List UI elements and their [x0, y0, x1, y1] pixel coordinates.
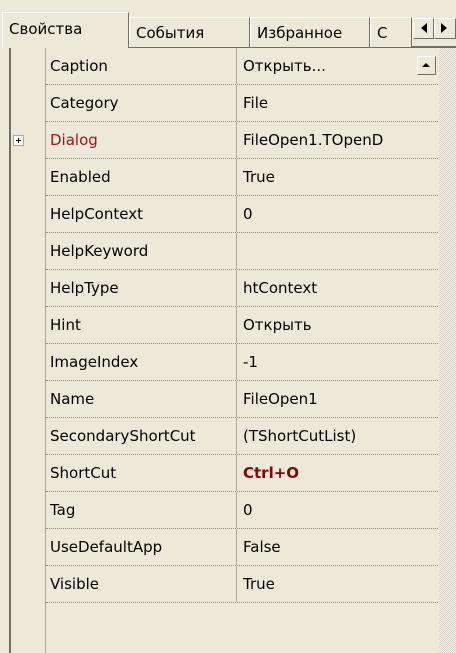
property-value[interactable]: True — [239, 566, 442, 602]
property-value[interactable]: 0 — [239, 196, 442, 232]
property-name: HelpType — [46, 270, 237, 306]
property-name: Visible — [46, 566, 237, 602]
tab-scroll-left-button[interactable] — [413, 18, 434, 39]
tab-favorites[interactable]: Избранное — [250, 17, 370, 47]
property-name: Caption — [46, 48, 237, 84]
property-grid: Caption Открыть... Category File Dialog … — [9, 46, 456, 653]
property-name: UseDefaultApp — [46, 529, 237, 565]
property-value[interactable]: False — [239, 529, 442, 565]
property-row-category[interactable]: Category File — [46, 85, 456, 122]
property-name: HelpKeyword — [46, 233, 237, 269]
property-value[interactable] — [239, 233, 442, 269]
chevron-up-icon — [422, 63, 430, 67]
tab-properties[interactable]: Свойства — [2, 12, 129, 48]
property-row-tag[interactable]: Tag 0 — [46, 492, 456, 529]
property-row-name[interactable]: Name FileOpen1 — [46, 381, 456, 418]
property-row-usedefaultapp[interactable]: UseDefaultApp False — [46, 529, 456, 566]
tab-clipped[interactable]: С — [370, 17, 412, 47]
property-row-helptype[interactable]: HelpType htContext — [46, 270, 456, 307]
property-value[interactable]: 0 — [239, 492, 442, 528]
property-value[interactable]: Ctrl+O — [239, 455, 442, 491]
property-row-dialog[interactable]: Dialog FileOpen1.TOpenD — [46, 122, 456, 159]
property-row-caption[interactable]: Caption Открыть... — [46, 48, 456, 85]
grid-gutter — [11, 48, 46, 653]
object-inspector: События Избранное С Свойства Caption Отк… — [0, 0, 456, 653]
tab-strip: События Избранное С Свойства — [0, 0, 456, 48]
property-row-shortcut[interactable]: ShortCut Ctrl+O — [46, 455, 456, 492]
property-row-helpcontext[interactable]: HelpContext 0 — [46, 196, 456, 233]
property-name: Dialog — [46, 122, 237, 158]
property-name: Category — [46, 85, 237, 121]
property-value[interactable]: FileOpen1.TOpenD — [239, 122, 442, 158]
property-name: Hint — [46, 307, 237, 343]
property-name: ImageIndex — [46, 344, 237, 380]
property-value[interactable]: -1 — [239, 344, 442, 380]
dialog-gutter — [11, 122, 45, 159]
vertical-scrollbar[interactable] — [439, 48, 456, 653]
property-value[interactable]: (TShortCutList) — [239, 418, 442, 454]
property-value[interactable]: File — [239, 85, 442, 121]
arrow-left-icon — [421, 23, 427, 33]
arrow-right-icon — [441, 23, 447, 33]
expand-plus-icon[interactable] — [13, 135, 24, 146]
property-row-imageindex[interactable]: ImageIndex -1 — [46, 344, 456, 381]
property-name: Name — [46, 381, 237, 417]
tab-scroll-right-button[interactable] — [434, 18, 456, 39]
property-value[interactable]: FileOpen1 — [239, 381, 442, 417]
property-value[interactable]: Открыть... — [239, 48, 442, 84]
property-value[interactable]: True — [239, 159, 442, 195]
property-row-helpkeyword[interactable]: HelpKeyword — [46, 233, 456, 270]
property-row-visible[interactable]: Visible True — [46, 566, 456, 603]
property-name: ShortCut — [46, 455, 237, 491]
property-row-secondaryshortcut[interactable]: SecondaryShortCut (TShortCutList) — [46, 418, 456, 455]
property-rows: Caption Открыть... Category File Dialog … — [46, 48, 456, 603]
property-name: HelpContext — [46, 196, 237, 232]
dropdown-button[interactable] — [417, 56, 436, 75]
property-row-hint[interactable]: Hint Открыть — [46, 307, 456, 344]
property-value[interactable]: htContext — [239, 270, 442, 306]
property-name: SecondaryShortCut — [46, 418, 237, 454]
property-value[interactable]: Открыть — [239, 307, 442, 343]
tab-events[interactable]: События — [129, 17, 250, 47]
property-name: Tag — [46, 492, 237, 528]
property-row-enabled[interactable]: Enabled True — [46, 159, 456, 196]
property-name: Enabled — [46, 159, 237, 195]
